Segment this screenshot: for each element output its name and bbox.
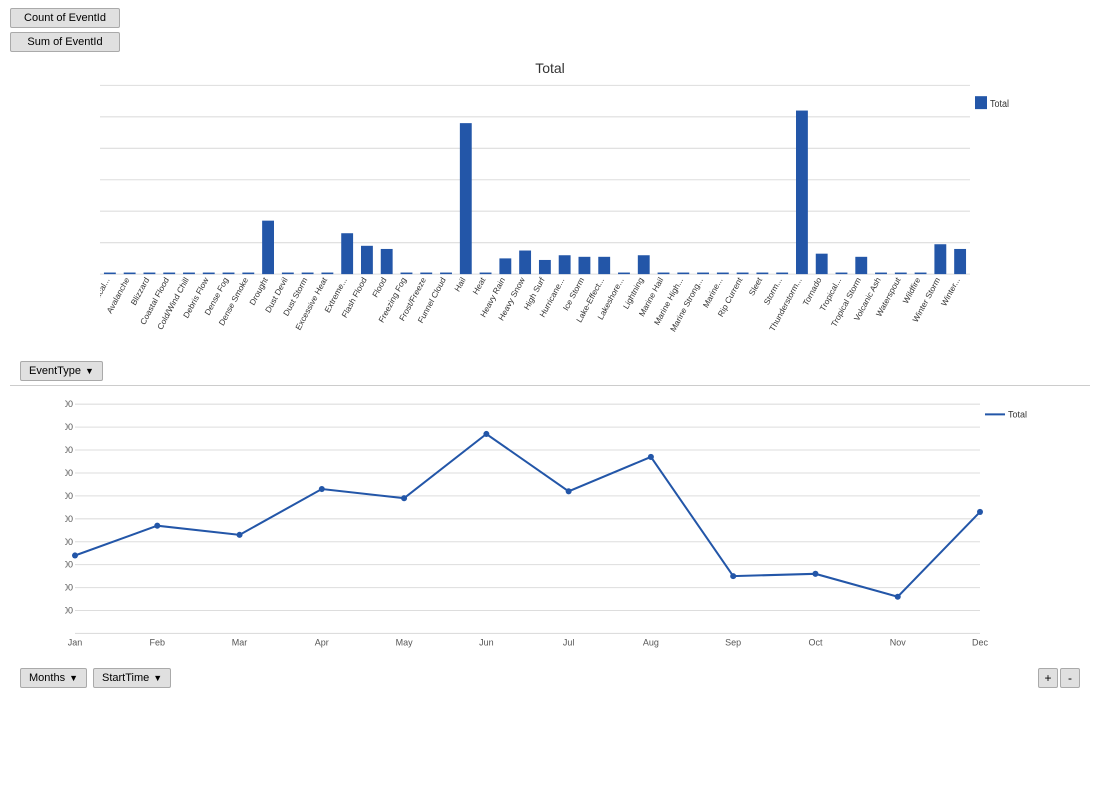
bar-chart: Total 6000000005000000004000000003000000…: [10, 56, 1090, 386]
months-dropdown[interactable]: Months ▼: [20, 668, 87, 688]
svg-text:May: May: [396, 638, 413, 648]
svg-text:Total: Total: [1008, 409, 1027, 419]
svg-text:7000: 7000: [65, 468, 73, 478]
months-dropdown-arrow-icon: ▼: [69, 673, 78, 683]
bar-chart-footer: EventType ▼: [10, 355, 1090, 387]
toolbar: Count of EventId Sum of EventId: [0, 0, 1100, 56]
svg-text:Aug: Aug: [643, 638, 659, 648]
svg-text:Jan: Jan: [68, 638, 83, 648]
count-eventid-button[interactable]: Count of EventId: [10, 8, 120, 28]
svg-text:10000: 10000: [65, 399, 73, 409]
eventtype-label: EventType: [29, 365, 81, 377]
svg-text:Jul: Jul: [563, 638, 575, 648]
svg-text:8000: 8000: [65, 445, 73, 455]
line-chart-svg: 10000 9000 8000 7000 6000 5000 4000 3000 2000 100…: [65, 394, 1050, 664]
svg-text:Jun: Jun: [479, 638, 494, 648]
svg-text:Flood: Flood: [370, 275, 388, 299]
svg-text:5000: 5000: [65, 514, 73, 524]
starttime-dropdown-arrow-icon: ▼: [153, 673, 162, 683]
svg-text:Heat: Heat: [470, 275, 487, 297]
svg-text:6000: 6000: [65, 491, 73, 501]
line-chart: 10000 9000 8000 7000 6000 5000 4000 3000 2000 100…: [10, 394, 1090, 729]
svg-text:Winter...: Winter...: [939, 275, 962, 308]
svg-text:1000: 1000: [65, 605, 73, 615]
scroll-right-button[interactable]: -: [1060, 668, 1080, 688]
charts-container: Total 6000000005000000004000000003000000…: [0, 56, 1100, 729]
scroll-left-button[interactable]: +: [1038, 668, 1058, 688]
eventtype-dropdown[interactable]: EventType ▼: [20, 361, 103, 381]
svg-text:Sep: Sep: [725, 638, 741, 648]
dropdown-arrow-icon: ▼: [85, 366, 94, 376]
svg-text:Nov: Nov: [890, 638, 906, 648]
svg-text:9000: 9000: [65, 422, 73, 432]
svg-text:Sleet: Sleet: [747, 275, 765, 298]
svg-text:2000: 2000: [65, 583, 73, 593]
months-label: Months: [29, 672, 65, 684]
svg-text:Hail: Hail: [452, 275, 467, 293]
svg-text:3000: 3000: [65, 560, 73, 570]
starttime-label: StartTime: [102, 672, 149, 684]
svg-text:Feb: Feb: [150, 638, 166, 648]
sum-eventid-button[interactable]: Sum of EventId: [10, 32, 120, 52]
svg-text:Dec: Dec: [972, 638, 988, 648]
svg-text:4000: 4000: [65, 537, 73, 547]
bar-chart-svg: 6000000005000000004000000003000000002000…: [100, 80, 1030, 355]
bar-chart-title: Total: [10, 56, 1090, 78]
svg-text:Mar: Mar: [232, 638, 247, 648]
line-chart-inner: 10000 9000 8000 7000 6000 5000 4000 3000 2000 100…: [65, 394, 1050, 664]
line-chart-footer: Months ▼ StartTime ▼ + -: [10, 664, 1090, 692]
bar-chart-inner: 6000000005000000004000000003000000002000…: [100, 80, 1030, 355]
starttime-dropdown[interactable]: StartTime ▼: [93, 668, 171, 688]
svg-text:Oct: Oct: [808, 638, 822, 648]
svg-text:Apr: Apr: [315, 638, 329, 648]
svg-text:Total: Total: [990, 99, 1009, 109]
